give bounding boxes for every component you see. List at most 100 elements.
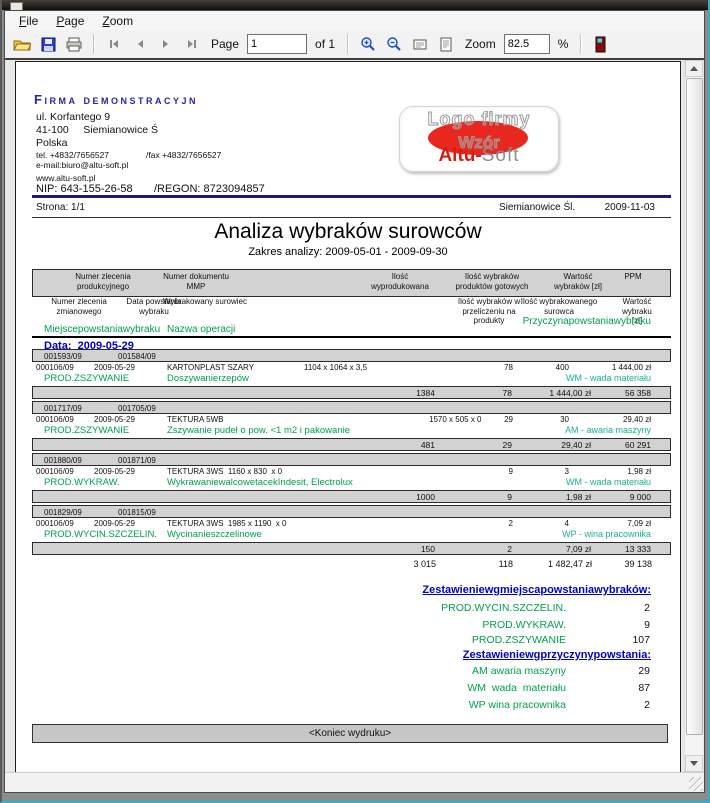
- title-bar[interactable]: [2, 0, 708, 10]
- resize-grip[interactable]: [689, 777, 703, 791]
- operation: Wycinanieszczelinowe: [167, 529, 262, 540]
- total-value: 1 482,47 zł: [548, 559, 592, 569]
- summary-place-label: PROD.ZSZYWANIE: [472, 634, 566, 646]
- doc-number: 001584/09: [118, 352, 156, 361]
- group-green-row: PROD.ZSZYWANIE Doszywanierzepów WM - wad…: [32, 373, 671, 385]
- menu-file[interactable]: File: [11, 13, 46, 29]
- report-page: Firma demonstracyjn ul. Korfantego 9 41-…: [15, 61, 681, 772]
- subtotal-defects: 2: [507, 544, 512, 554]
- col-defect-place: Miejscepowstaniawybraku: [44, 324, 160, 335]
- col-value: Wartość wybraków [zł]: [554, 272, 602, 291]
- exit-door-icon: [595, 36, 607, 53]
- defect-value: 1 444,00 zł: [612, 363, 651, 372]
- operation: Zszywanie pudeł o pow. <1 m2 i pakowanie: [167, 425, 350, 436]
- vertical-scrollbar[interactable]: [684, 60, 703, 772]
- percent-label: %: [558, 37, 569, 51]
- fax-value: /fax +4832/7656527: [146, 150, 221, 160]
- meta-divider: [32, 217, 671, 218]
- order-shift-number: 001829/09: [44, 508, 82, 517]
- scroll-down-button[interactable]: [685, 755, 703, 772]
- summary-cause-label: AM awaria maszyny: [472, 665, 566, 677]
- col-order-shift: Numer zlecenia zmianowego: [51, 297, 107, 316]
- toolbar-separator: [93, 34, 95, 54]
- summary-place-value: 107: [632, 634, 650, 646]
- last-page-button[interactable]: [181, 33, 203, 55]
- exit-button[interactable]: [590, 33, 612, 55]
- defect-cause: AM - awaria maszyny: [565, 425, 651, 435]
- menu-zoom[interactable]: Zoom: [94, 13, 141, 29]
- regon-value: /REGON: 8723094857: [154, 183, 265, 195]
- material-qty: 4: [565, 519, 569, 528]
- tel-value: tel. +4832/7656527: [36, 150, 109, 160]
- table-group: 001829/09 001815/09 000106/09 2009-05-29…: [32, 505, 671, 557]
- material-name: KARTONPLAST SZARY: [167, 363, 254, 372]
- material-name: TEKTURA 5WB: [167, 415, 223, 424]
- order-number: 000106/09: [36, 519, 74, 528]
- order-shift-number: 001717/09: [44, 404, 82, 413]
- zoom-out-button[interactable]: [383, 33, 405, 55]
- page-width-button[interactable]: [409, 33, 431, 55]
- total-ppm: 39 138: [624, 559, 652, 569]
- subtotal-produced: 481: [421, 440, 435, 450]
- print-button[interactable]: [63, 33, 85, 55]
- operation: WykrawaniewalcowetacekIndesit, Electrolu…: [167, 477, 353, 488]
- group-green-row: PROD.WYCIN.SZCZELIN. Wycinanieszczelinow…: [32, 529, 671, 541]
- open-button[interactable]: [11, 33, 33, 55]
- save-button[interactable]: [37, 33, 59, 55]
- subtotal-value: 7,09 zł: [566, 544, 591, 554]
- logo-brand-red: Altu-: [438, 145, 481, 166]
- group-subtotal-bar: 1000 9 1,98 zł 9 000: [32, 490, 671, 503]
- scrollbar-thumb[interactable]: [686, 78, 703, 735]
- zoom-in-button[interactable]: [357, 33, 379, 55]
- total-defects: 118: [499, 559, 513, 569]
- defect-place: PROD.WYKRAW.: [44, 477, 120, 488]
- prev-page-icon: [133, 38, 147, 50]
- material-name: TEKTURA 3WS 1160 x 830 x 0: [167, 467, 282, 476]
- subtotal-defects: 78: [503, 388, 512, 398]
- order-number: 000106/09: [36, 467, 74, 476]
- first-page-button[interactable]: [103, 33, 125, 55]
- company-address-line1: ul. Korfantego 9: [36, 111, 110, 123]
- zoom-value-input[interactable]: [504, 34, 550, 54]
- report-title: Analiza wybraków surowców: [16, 220, 680, 244]
- col-produced: Ilość wyprodukowana: [371, 272, 429, 291]
- company-www: www.altu-soft.pl: [36, 173, 96, 183]
- col-defects: Ilość wybraków produktów gotowych: [456, 272, 529, 291]
- group-order-bar: 001593/09 001584/09: [32, 349, 671, 362]
- col-material-qty: Ilość wybrakowanego surowca: [521, 297, 597, 316]
- defect-place: PROD.ZSZYWANIE: [44, 373, 129, 384]
- table-group: 001717/09 001705/09 000106/09 2009-05-29…: [32, 401, 671, 453]
- page-number-input[interactable]: [247, 34, 307, 54]
- arrow-down-icon: [690, 761, 698, 766]
- preview-area: Firma demonstracyjn ul. Korfantego 9 41-…: [5, 60, 704, 772]
- defect-qty: 78: [504, 363, 513, 372]
- subtotal-produced: 1000: [416, 492, 435, 502]
- col-defect-cause: Przyczynapowstaniawybraku: [523, 316, 651, 327]
- summary-causes-heading: Zestawieniewgprzyczynypowstania:: [463, 649, 651, 661]
- subtotal-defects: 29: [503, 440, 512, 450]
- end-of-print-bar: <Koniec wydruku>: [32, 724, 668, 743]
- next-page-button[interactable]: [155, 33, 177, 55]
- col-defects-converted: Ilość wybraków w przeliczeniu na produkt…: [458, 297, 520, 326]
- prev-page-button[interactable]: [129, 33, 151, 55]
- summary-place-label: PROD.WYKRAW.: [482, 619, 566, 631]
- last-page-icon: [185, 38, 199, 50]
- scroll-up-button[interactable]: [685, 60, 703, 77]
- city-text: Siemianowice Śl.: [499, 202, 575, 213]
- whole-page-button[interactable]: [435, 33, 457, 55]
- material-dims: 1104 x 1064 x 3,5: [304, 363, 367, 372]
- zoom-in-icon: [360, 36, 376, 52]
- first-page-icon: [107, 38, 121, 50]
- table-header-bar: Numer zlecenia produkcyjnego Numer dokum…: [32, 269, 671, 297]
- page-number-text: Strona: 1/1: [36, 202, 85, 213]
- toolbar-separator: [347, 34, 349, 54]
- material-dims: 1570 x 505 x 0: [429, 415, 481, 424]
- defect-date: 2009-05-29: [94, 519, 135, 528]
- menu-page[interactable]: Page: [48, 13, 92, 29]
- report-subtitle: Zakres analizy: 2009-05-01 - 2009-09-30: [16, 246, 680, 258]
- subtotal-ppm: 56 358: [625, 388, 651, 398]
- toolbar: Page of 1 Zoom %: [5, 30, 704, 60]
- whole-page-icon: [440, 37, 452, 52]
- subtotal-defects: 9: [507, 492, 512, 502]
- defect-place: PROD.WYCIN.SZCZELIN.: [44, 529, 157, 540]
